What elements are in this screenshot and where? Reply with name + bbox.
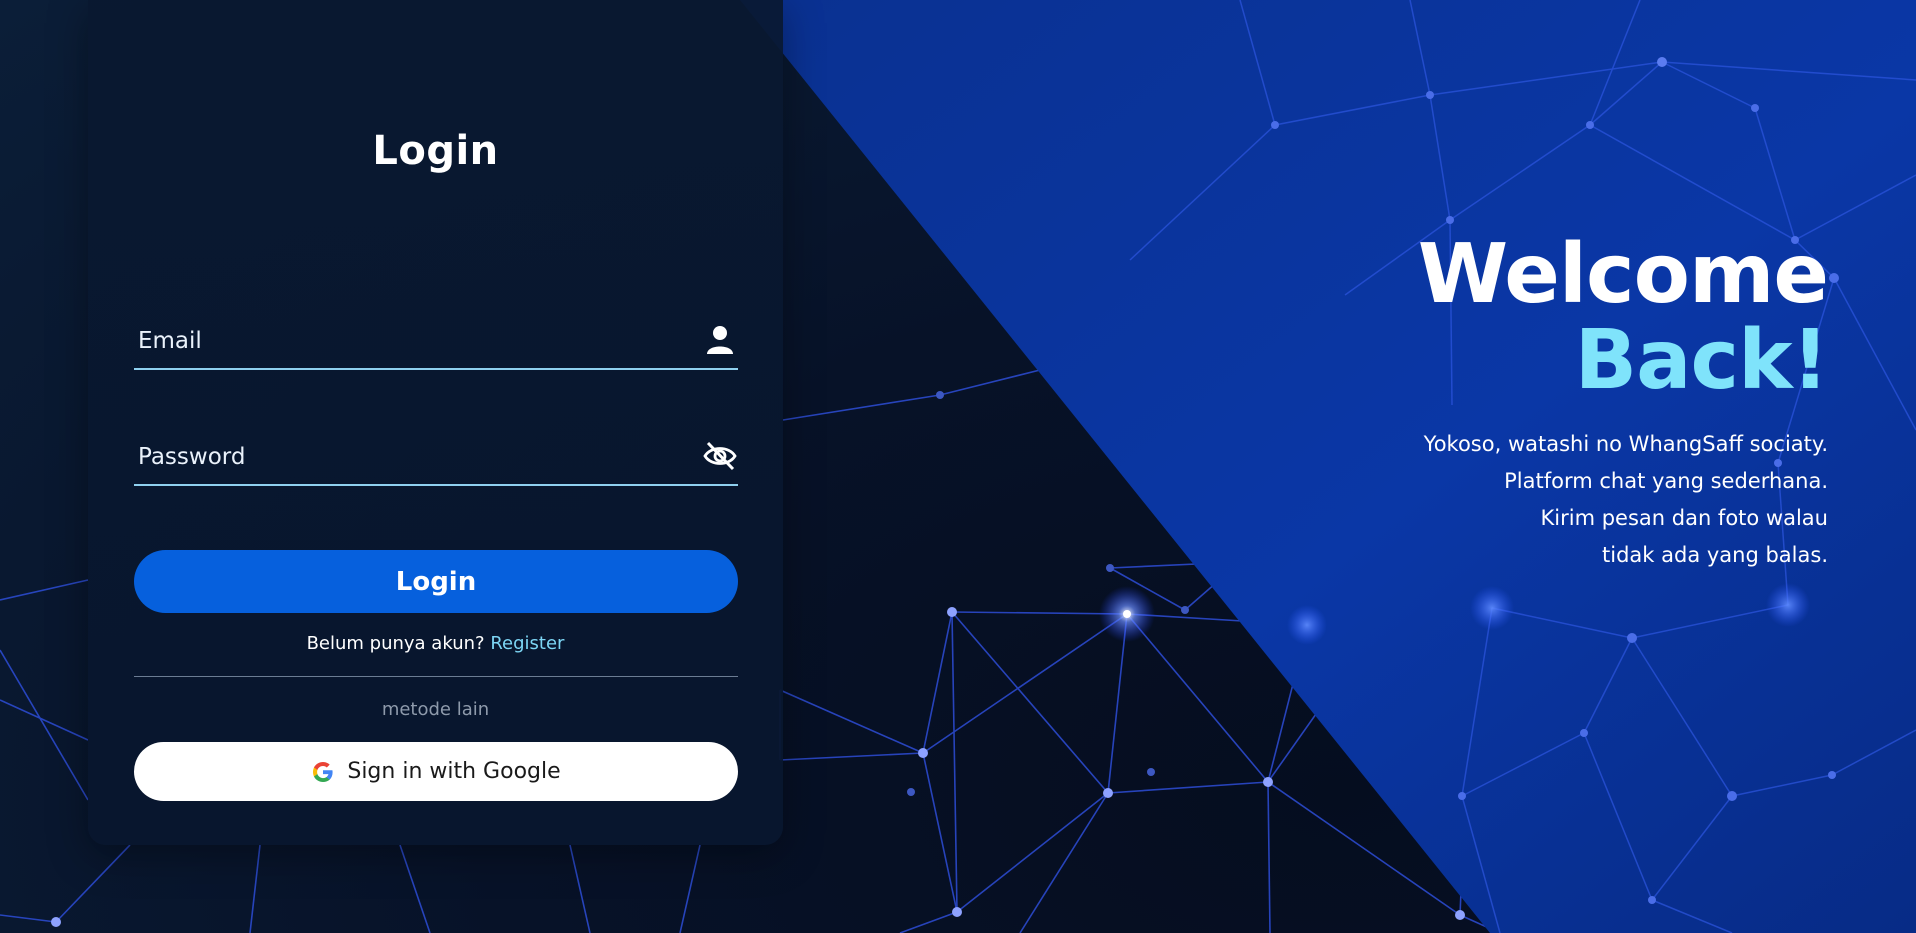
register-prompt: Belum punya akun? — [306, 633, 485, 654]
welcome-description: Yokoso, watashi no WhangSaff sociaty. Pl… — [1418, 426, 1828, 574]
welcome-section: Welcome Back! Yokoso, watashi no WhangSa… — [1417, 227, 1829, 574]
google-icon — [313, 761, 333, 782]
password-field — [134, 432, 738, 486]
welcome-desc-line: Platform chat yang sederhana. — [1504, 469, 1828, 493]
alt-methods-label: metode lain — [381, 699, 490, 720]
google-button-label: Sign in with Google — [347, 759, 561, 784]
welcome-heading: Welcome — [1417, 227, 1829, 322]
eye-slash-icon[interactable] — [702, 438, 738, 474]
register-prompt-line: Belum punya akun? Register — [88, 633, 783, 654]
divider — [134, 676, 738, 677]
password-input[interactable] — [134, 432, 694, 482]
login-title: Login — [372, 128, 499, 174]
user-icon — [707, 326, 733, 354]
register-link[interactable]: Register — [490, 633, 564, 654]
email-input[interactable] — [134, 316, 694, 366]
welcome-desc-line: tidak ada yang balas. — [1602, 543, 1828, 567]
google-signin-button[interactable]: Sign in with Google — [134, 742, 738, 801]
welcome-desc-line: Kirim pesan dan foto walau — [1540, 506, 1829, 530]
welcome-desc-line: Yokoso, watashi no WhangSaff sociaty. — [1423, 432, 1828, 456]
welcome-heading-accent: Back! — [1574, 313, 1829, 408]
email-field — [134, 316, 738, 370]
login-page: Login Login Belum punya akun? Register m… — [0, 0, 1916, 933]
login-card: Login Login Belum punya akun? Register m… — [88, 0, 783, 845]
login-button[interactable]: Login — [134, 550, 738, 613]
